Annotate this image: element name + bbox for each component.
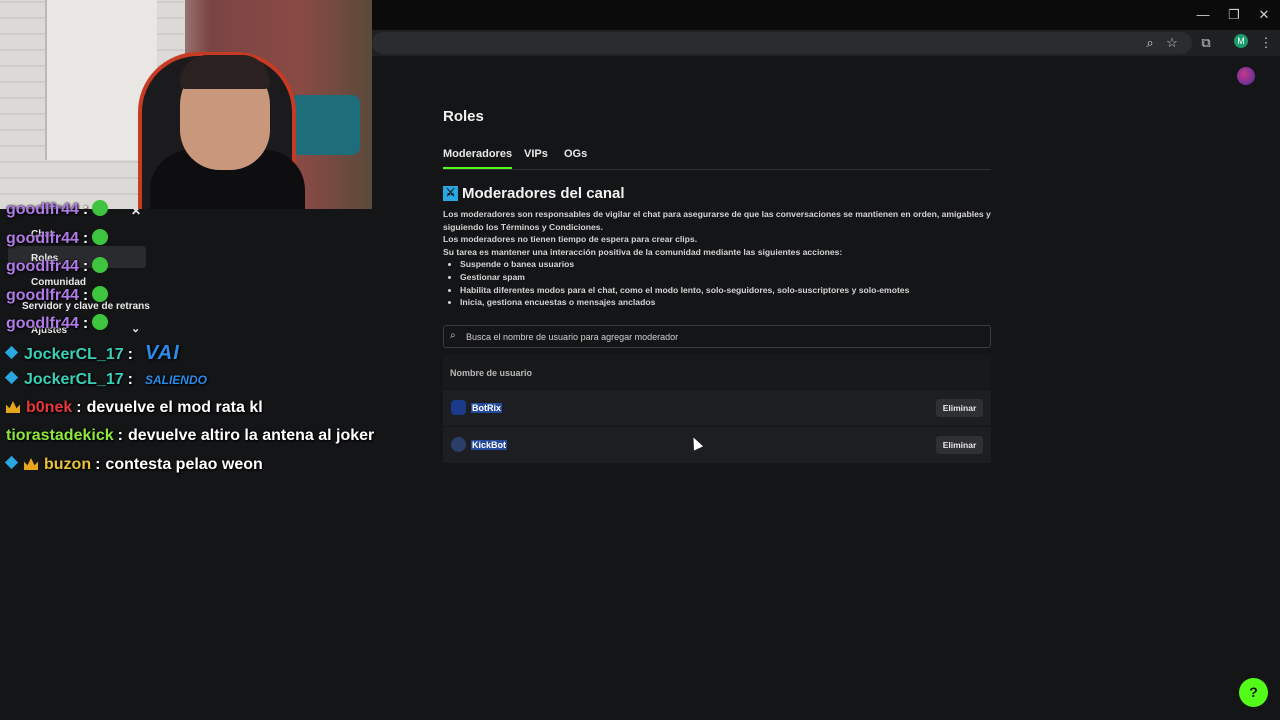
- chat-separator: :: [117, 427, 123, 444]
- crown-icon: [6, 401, 20, 413]
- chat-separator: :: [82, 201, 89, 218]
- badge-icon: [4, 455, 19, 470]
- description-text: Los moderadores son responsables de vigi…: [443, 209, 991, 232]
- chat-separator: :: [76, 399, 82, 416]
- chat-message: JockerCL_17: VAI: [4, 342, 180, 365]
- help-button[interactable]: ?: [1239, 678, 1268, 707]
- chat-message-text: devuelve altiro la antena al joker: [127, 427, 375, 444]
- chat-separator: :: [82, 258, 89, 275]
- list-item: Habilita diferentes modos para el chat, …: [460, 284, 991, 297]
- description-text: Su tarea es mantener una interacción pos…: [443, 246, 843, 257]
- chat-username[interactable]: goodlfr44: [6, 230, 79, 247]
- chat-separator: :: [127, 346, 133, 363]
- emote-icon: [92, 286, 109, 302]
- emote-icon: [92, 200, 109, 216]
- minimize-icon[interactable]: —: [1194, 6, 1212, 24]
- section-title: Moderadores del canal: [462, 185, 625, 202]
- chat-message: goodlfr44:: [6, 286, 109, 305]
- column-header-username: Nombre de usuario: [450, 368, 533, 378]
- chat-separator: :: [82, 287, 89, 304]
- chat-message: tiorastadekick: devuelve altiro la antena…: [6, 427, 374, 445]
- list-item: Gestionar spam: [460, 271, 991, 284]
- webcam-overlay: [0, 0, 372, 209]
- chat-username[interactable]: JockerCL_17: [24, 371, 124, 388]
- emote-icon: [92, 229, 109, 245]
- list-item: Suspende o banea usuarios: [460, 258, 991, 271]
- chat-message: goodlfr44:: [6, 257, 109, 276]
- badge-icon: [4, 370, 19, 385]
- chat-separator: :: [127, 371, 133, 388]
- chat-message: b0nek: devuelve el mod rata kl: [6, 399, 263, 417]
- chat-message-text: devuelve el mod rata kl: [86, 399, 263, 416]
- address-bar[interactable]: [372, 32, 1192, 54]
- chat-separator: :: [82, 315, 89, 332]
- chat-message-text: contesta pelao weon: [105, 456, 263, 473]
- chat-username[interactable]: goodlfr44: [6, 201, 79, 218]
- avatar: [451, 437, 466, 452]
- browser-profile-avatar[interactable]: M: [1234, 34, 1248, 48]
- search-icon: ⌕: [450, 330, 456, 341]
- chat-username[interactable]: tiorastadekick: [6, 427, 114, 444]
- extensions-icon[interactable]: ⧉: [1197, 34, 1215, 52]
- badge-icon: [4, 345, 19, 360]
- chat-separator: :: [82, 230, 89, 247]
- chat-username[interactable]: goodlfr44: [6, 287, 79, 304]
- moderator-name[interactable]: KickBot: [471, 440, 508, 450]
- moderator-name[interactable]: BotRix: [471, 403, 502, 413]
- menu-kebab-icon[interactable]: ⋮: [1257, 34, 1275, 52]
- sword-icon: ⚔: [443, 186, 458, 201]
- chat-message-text: VAI: [144, 342, 180, 364]
- chat-message: JockerCL_17: SALIENDO: [4, 370, 207, 389]
- crown-icon: [24, 458, 38, 470]
- chat-username[interactable]: goodlfr44: [6, 258, 79, 275]
- moderators-table: Nombre de usuario BotRix Eliminar KickBo…: [443, 355, 991, 463]
- close-icon[interactable]: ✕: [1255, 6, 1273, 24]
- list-item: Inicia, gestiona encuestas o mensajes an…: [460, 296, 991, 309]
- emote-icon: [92, 257, 109, 273]
- chat-message: goodlfr44:: [6, 200, 109, 219]
- table-row: BotRix Eliminar: [443, 389, 991, 426]
- star-icon[interactable]: ☆: [1163, 34, 1181, 52]
- avatar: [451, 400, 466, 415]
- chat-message: buzon: contesta pelao weon: [4, 455, 263, 474]
- zoom-icon[interactable]: ⌕: [1141, 34, 1159, 52]
- page-title: Roles: [443, 108, 484, 125]
- tab-ogs[interactable]: OGs: [564, 148, 587, 160]
- remove-moderator-button[interactable]: Eliminar: [936, 436, 983, 454]
- chevron-down-icon[interactable]: ⌄: [131, 322, 140, 335]
- section-description: Los moderadores son responsables de vigi…: [443, 208, 991, 309]
- tab-moderadores[interactable]: Moderadores: [443, 148, 513, 169]
- tab-vips[interactable]: VIPs: [524, 148, 548, 160]
- chat-username[interactable]: JockerCL_17: [24, 346, 124, 363]
- moderator-actions-list: Suspende o banea usuarios Gestionar spam…: [443, 258, 991, 308]
- description-text: Los moderadores no tienen tiempo de espe…: [443, 234, 698, 245]
- table-row: KickBot Eliminar: [443, 426, 991, 463]
- roles-tabs: Moderadores VIPs OGs: [443, 146, 991, 170]
- chat-username[interactable]: b0nek: [26, 399, 72, 416]
- chat-message: goodlfr44:: [6, 229, 109, 248]
- search-input[interactable]: [464, 328, 988, 346]
- chat-separator: :: [95, 456, 101, 473]
- table-header: Nombre de usuario: [443, 355, 991, 389]
- chat-username[interactable]: goodlfr44: [6, 315, 79, 332]
- chat-message-text: SALIENDO: [144, 373, 207, 387]
- emote-icon: [92, 314, 109, 330]
- chat-message: goodlfr44:: [6, 314, 109, 333]
- user-avatar[interactable]: [1237, 67, 1255, 85]
- search-box: ⌕: [443, 325, 991, 348]
- chat-username[interactable]: buzon: [44, 456, 91, 473]
- restore-icon[interactable]: ❐: [1225, 6, 1243, 24]
- remove-moderator-button[interactable]: Eliminar: [936, 399, 983, 417]
